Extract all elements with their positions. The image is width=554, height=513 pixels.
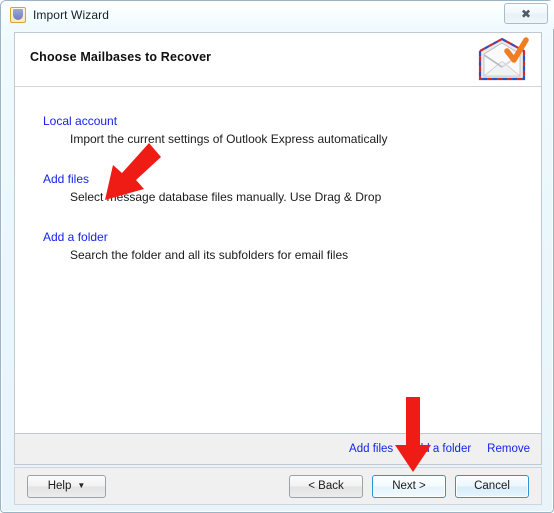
option-add-a-folder: Add a folder Search the folder and all i… [15, 228, 541, 262]
envelope-check-icon [474, 35, 530, 85]
help-button[interactable]: Help ▼ [27, 474, 106, 498]
dialog-panel: Choose Mailbases to Recover Local accoun… [14, 32, 542, 434]
dialog-button-bar: Help ▼ < Back Next > Cancel [14, 467, 542, 505]
import-wizard-window: Import Wizard ✖ Choose Mailbases to Reco… [0, 0, 554, 513]
dialog-header: Choose Mailbases to Recover [15, 33, 541, 87]
link-add-files-footer[interactable]: Add files [349, 443, 393, 455]
window-title: Import Wizard [33, 8, 109, 22]
link-remove-footer[interactable]: Remove [487, 443, 530, 455]
link-add-a-folder[interactable]: Add a folder [43, 230, 108, 244]
link-add-a-folder-footer[interactable]: Add a folder [409, 443, 471, 455]
close-button[interactable]: ✖ [504, 3, 548, 24]
option-add-files: Add files Select message database files … [15, 170, 541, 204]
option-local-account: Local account Import the current setting… [15, 112, 541, 146]
link-local-account[interactable]: Local account [43, 114, 117, 128]
title-bar: Import Wizard ✖ [1, 1, 554, 29]
link-add-files[interactable]: Add files [43, 172, 89, 186]
item-action-linkbar: Add files Add a folder Remove [14, 434, 542, 465]
desc-add-a-folder: Search the folder and all its subfolders… [70, 248, 349, 262]
desc-local-account: Import the current settings of Outlook E… [70, 132, 388, 146]
back-button[interactable]: < Back [289, 474, 363, 498]
app-icon [10, 7, 26, 23]
next-button[interactable]: Next > [372, 474, 446, 498]
help-button-label: Help [47, 480, 72, 492]
close-icon: ✖ [520, 6, 532, 21]
mailbase-source-options: Local account Import the current setting… [15, 87, 541, 286]
page-title: Choose Mailbases to Recover [30, 50, 212, 64]
cancel-button[interactable]: Cancel [455, 474, 529, 498]
desc-add-files: Select message database files manually. … [70, 190, 382, 204]
chevron-down-icon: ▼ [77, 481, 86, 490]
